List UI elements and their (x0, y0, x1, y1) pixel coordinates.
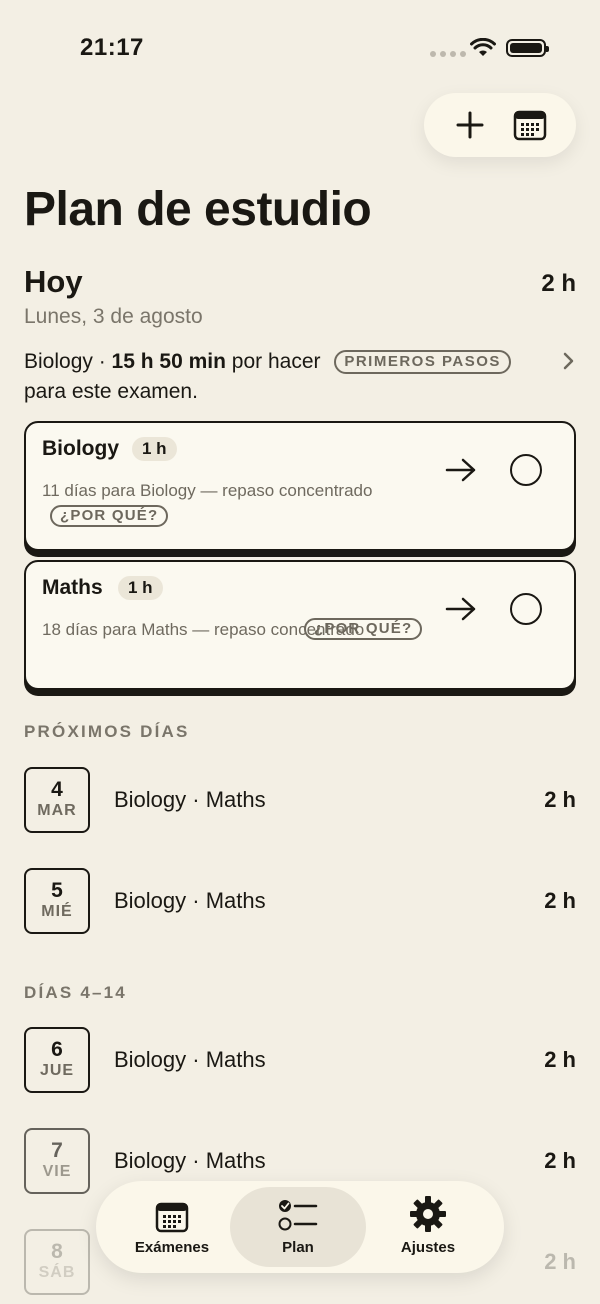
task-subject: Biology (42, 437, 119, 460)
task-card[interactable]: Biology 1 h 11 días para Biology — repas… (24, 421, 576, 551)
status-time: 21:17 (80, 34, 144, 61)
weekday: MIÉ (41, 903, 73, 920)
signal-icon (430, 51, 466, 57)
task-card[interactable]: Maths 1 h 18 días para Maths — repaso co… (24, 560, 576, 690)
complete-checkbox[interactable] (510, 593, 542, 625)
page-title: Plan de estudio (24, 183, 372, 236)
calendar-button[interactable] (508, 103, 552, 147)
date-badge: 8 SÁB (24, 1229, 90, 1295)
why-button[interactable]: ¿POR QUÉ? (304, 618, 423, 640)
task-subject: Maths (42, 576, 103, 599)
chevron-right-icon[interactable] (562, 350, 576, 372)
task-hours: 1 h (118, 576, 163, 600)
day-number: 6 (51, 1038, 63, 1061)
day-hours: 2 h (544, 1047, 576, 1072)
today-total-hours: 2 h (541, 270, 576, 297)
summary-time: 15 h 50 min (111, 350, 226, 373)
weekday: MAR (37, 802, 77, 819)
day-number: 8 (51, 1240, 63, 1263)
tab-exams[interactable]: Exámenes (104, 1187, 240, 1267)
arrow-right-icon[interactable] (444, 457, 478, 483)
day-subjects: Biology · Maths (114, 888, 266, 913)
arrow-right-icon[interactable] (444, 596, 478, 622)
battery-icon (506, 39, 549, 57)
complete-checkbox[interactable] (510, 454, 542, 486)
gear-icon (410, 1196, 446, 1232)
summary-subject: Biology · (24, 350, 106, 373)
day-number: 7 (51, 1139, 63, 1162)
day-row[interactable]: 6 JUE Biology · Maths 2 h (24, 1027, 576, 1093)
section-upcoming: PRÓXIMOS DÍAS (24, 722, 190, 741)
date-badge: 5 MIÉ (24, 868, 90, 934)
day-subjects: Biology · Maths (114, 1148, 266, 1173)
day-subjects: Biology · Maths (114, 787, 266, 812)
date-badge: 7 VIE (24, 1128, 90, 1194)
today-date: Lunes, 3 de agosto (24, 305, 203, 328)
calendar-icon (155, 1202, 189, 1233)
day-number: 5 (51, 879, 63, 902)
date-badge: 6 JUE (24, 1027, 90, 1093)
weekday: SÁB (38, 1264, 76, 1281)
exam-summary: Biology · 15 h 50 min por hacer PRIMEROS… (24, 347, 564, 407)
tab-label: Exámenes (134, 1239, 210, 1256)
weekday: JUE (39, 1062, 75, 1079)
weekday: VIE (42, 1163, 72, 1180)
date-badge: 4 MAR (24, 767, 90, 833)
tab-label: Ajustes (400, 1239, 456, 1256)
header-actions (424, 93, 576, 157)
tab-plan[interactable]: Plan (230, 1187, 366, 1267)
tab-settings[interactable]: Ajustes (360, 1187, 496, 1267)
section-later: DÍAS 4–14 (24, 983, 127, 1002)
day-hours: 2 h (544, 888, 576, 913)
summary-suffix: por hacer (231, 350, 321, 373)
plus-icon (456, 111, 484, 139)
day-hours: 2 h (544, 787, 576, 812)
tab-bar: Exámenes Plan Ajustes (96, 1181, 504, 1273)
summary-line2: para este examen. (24, 380, 198, 403)
task-hours: 1 h (132, 437, 177, 461)
why-button[interactable]: ¿POR QUÉ? (50, 505, 169, 527)
day-row[interactable]: 5 MIÉ Biology · Maths 2 h (24, 868, 576, 934)
add-button[interactable] (448, 103, 492, 147)
getting-started-badge[interactable]: PRIMEROS PASOS (334, 350, 511, 374)
today-heading: Hoy (24, 264, 83, 299)
checklist-icon (278, 1200, 318, 1231)
wifi-icon (470, 38, 496, 56)
day-hours: 2 h (544, 1148, 576, 1173)
day-row[interactable]: 4 MAR Biology · Maths 2 h (24, 767, 576, 833)
task-description: 11 días para Biology — repaso concentrad… (42, 479, 442, 527)
calendar-icon (513, 110, 547, 141)
day-number: 4 (51, 778, 63, 801)
task-desc-text: 11 días para Biology — repaso concentrad… (42, 481, 373, 500)
day-subjects: Biology · Maths (114, 1047, 266, 1072)
tab-label: Plan (282, 1239, 314, 1256)
day-hours: 2 h (544, 1249, 576, 1274)
